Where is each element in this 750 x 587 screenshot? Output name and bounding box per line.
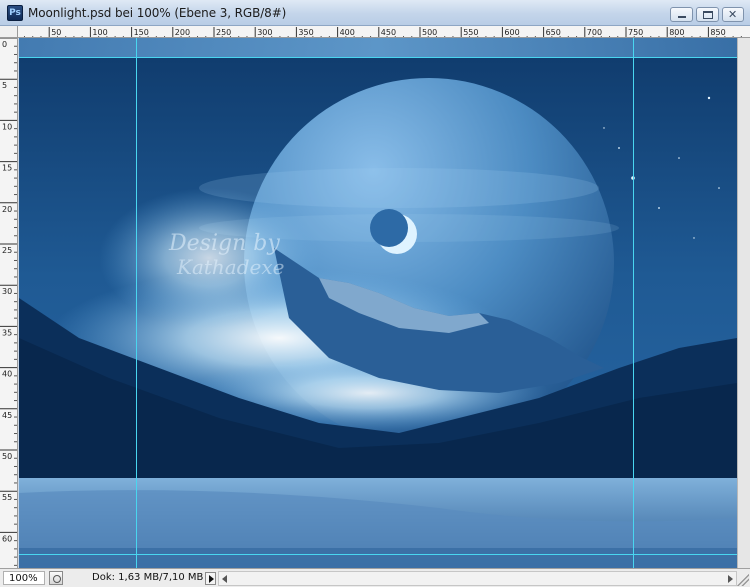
ruler-v-label: 35 bbox=[2, 328, 12, 337]
ruler-v-label: 5 bbox=[2, 81, 7, 90]
ruler-v-label: 40 bbox=[2, 370, 12, 379]
ruler-v-label: 60 bbox=[2, 534, 12, 543]
ruler-h-label: 550 bbox=[463, 28, 478, 37]
resize-grip[interactable] bbox=[737, 571, 749, 586]
artwork-image: Design by Kathadexe bbox=[19, 38, 737, 568]
ruler-h-label: 200 bbox=[175, 28, 190, 37]
horizontal-ruler-scale: 0501001502002503003504004505005506006507… bbox=[23, 27, 742, 37]
close-button[interactable]: ✕ bbox=[722, 7, 744, 22]
watermark-line2: Kathadexe bbox=[176, 255, 284, 279]
ruler-v-label: 30 bbox=[2, 287, 12, 296]
horizontal-ruler[interactable]: 0501001502002503003504004505005506006507… bbox=[18, 26, 750, 38]
ruler-h-label: 350 bbox=[298, 28, 313, 37]
window-title: Moonlight.psd bei 100% (Ebene 3, RGB/8#) bbox=[28, 6, 287, 20]
ruler-v-label: 20 bbox=[2, 205, 12, 214]
ruler-v-label: 50 bbox=[2, 452, 12, 461]
maximize-icon bbox=[703, 11, 713, 19]
scroll-right-icon[interactable] bbox=[728, 575, 733, 583]
horizontal-scrollbar[interactable] bbox=[218, 571, 737, 586]
ruler-h-label: 300 bbox=[257, 28, 272, 37]
vertical-ruler-scale: 0 5 10 15 20 25 30 35 40 45 50 55 60 bbox=[0, 38, 17, 566]
document-canvas[interactable]: Design by Kathadexe bbox=[19, 38, 737, 568]
ruler-h-label: 100 bbox=[92, 28, 107, 37]
ruler-origin[interactable] bbox=[0, 26, 18, 38]
vertical-ruler[interactable]: 0 5 10 15 20 25 30 35 40 45 50 55 60 bbox=[0, 38, 18, 568]
ruler-h-label: 150 bbox=[134, 28, 149, 37]
status-menu-arrow-button[interactable] bbox=[205, 572, 216, 585]
ruler-h-label: 450 bbox=[381, 28, 396, 37]
ruler-v-label: 55 bbox=[2, 493, 12, 502]
photoshop-app-icon: Ps bbox=[7, 5, 23, 21]
document-size-info: Dok: 1,63 MB/7,10 MB bbox=[92, 572, 204, 583]
zoom-level-field[interactable]: 100% bbox=[3, 571, 45, 585]
status-bar: 100% Dok: 1,63 MB/7,10 MB bbox=[0, 568, 750, 587]
document-status-icon[interactable] bbox=[49, 571, 63, 585]
ruler-v-label: 10 bbox=[2, 122, 12, 131]
close-icon: ✕ bbox=[728, 8, 738, 21]
ruler-h-label: 750 bbox=[628, 28, 643, 37]
vertical-scrollbar[interactable] bbox=[737, 38, 750, 568]
ruler-v-label: 0 bbox=[2, 40, 7, 49]
ruler-v-label: 45 bbox=[2, 411, 12, 420]
ruler-h-label: 800 bbox=[669, 28, 684, 37]
ruler-v-label: 25 bbox=[2, 246, 12, 255]
scroll-left-icon[interactable] bbox=[222, 575, 227, 583]
ruler-h-label: 500 bbox=[422, 28, 437, 37]
ruler-h-label: 400 bbox=[340, 28, 355, 37]
ruler-h-label: 700 bbox=[587, 28, 602, 37]
ruler-v-label: 15 bbox=[2, 164, 12, 173]
window-titlebar: Ps Moonlight.psd bei 100% (Ebene 3, RGB/… bbox=[0, 0, 750, 26]
minimize-icon bbox=[678, 16, 686, 18]
ruler-h-label: 650 bbox=[546, 28, 561, 37]
maximize-button[interactable] bbox=[696, 7, 719, 22]
ruler-h-label: 600 bbox=[504, 28, 519, 37]
ruler-h-label: 250 bbox=[216, 28, 231, 37]
ruler-h-label: 850 bbox=[710, 28, 725, 37]
ruler-h-label: 50 bbox=[51, 28, 61, 37]
minimize-button[interactable] bbox=[670, 7, 693, 22]
watermark-line1: Design by bbox=[168, 231, 280, 256]
